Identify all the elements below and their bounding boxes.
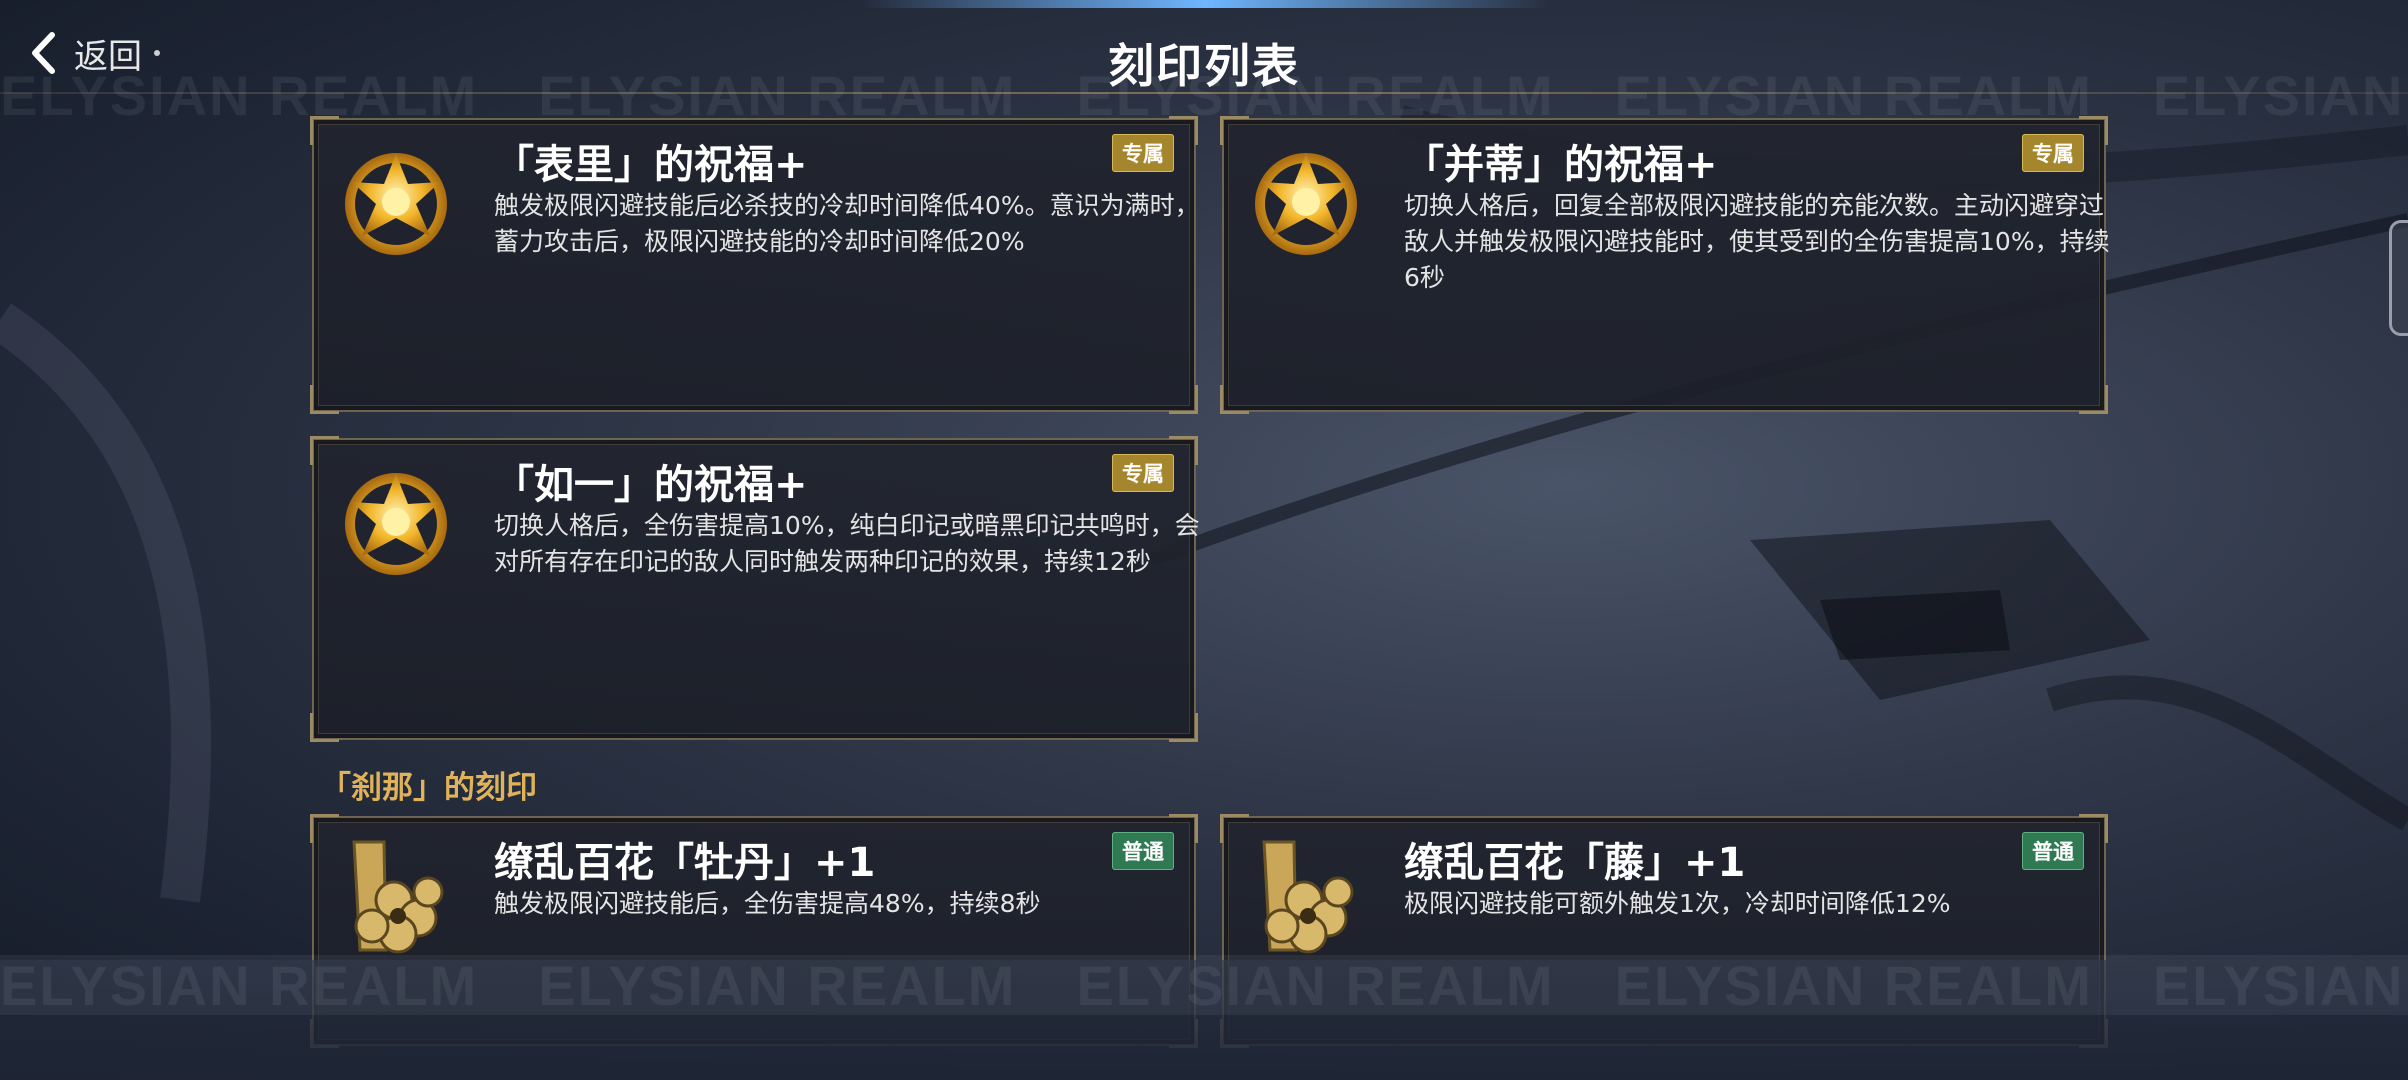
exclusive-tag: 专属 xyxy=(2022,134,2084,172)
watermark-text: ELYSIAN REALM xyxy=(2152,63,2408,127)
card-description: 触发极限闪避技能后，全伤害提高48%，持续8秒 xyxy=(494,889,1041,918)
lotus-emblem-icon xyxy=(345,153,447,255)
blade-blossom-icon xyxy=(352,840,444,954)
blade-blossom-icon xyxy=(1262,840,1354,954)
card-description: 触发极限闪避技能后必杀技的冷却时间降低40%。意识为满时，蓄力攻击后，极限闪避技… xyxy=(494,191,1200,256)
header-glow xyxy=(860,0,1550,8)
blessing-card[interactable]: 「表里」的祝福+ 专属 触发极限闪避技能后必杀技的冷却时间降低40%。意识为满时… xyxy=(310,116,1200,414)
card-description: 切换人格后，全伤害提高10%，纯白印记或暗黑印记共鸣时，会对所有存在印记的敌人同… xyxy=(494,511,1200,576)
card-description: 极限闪避技能可额外触发1次，冷却时间降低12% xyxy=(1404,889,1951,918)
watermark-text: ELYSIAN REALM xyxy=(1614,955,2093,1015)
exclusive-tag: 专属 xyxy=(1112,134,1174,172)
card-title: 「并蒂」的祝福+ xyxy=(1404,142,1718,188)
card-description: 切换人格后，回复全部极限闪避技能的充能次数。主动闪避穿过敌人并触发极限闪避技能时… xyxy=(1404,191,2110,292)
watermark-text: ELYSIAN REALM xyxy=(0,955,479,1015)
card-title: 缭乱百花「藤」+1 xyxy=(1404,840,1746,886)
watermark-bottom: ELYSIAN REALM ELYSIAN REALM ELYSIAN REAL… xyxy=(0,955,2408,1015)
section-label: 「刹那」的刻印 xyxy=(320,770,537,806)
lotus-emblem-icon xyxy=(1255,153,1357,255)
watermark-text: ELYSIAN REALM xyxy=(1076,955,1555,1015)
watermark-text: ELYSIAN REALM xyxy=(538,955,1017,1015)
exclusive-tag: 专属 xyxy=(1112,454,1174,492)
card-title: 「表里」的祝福+ xyxy=(494,142,808,188)
watermark-text: ELYSIAN REALM xyxy=(2152,955,2408,1015)
normal-tag: 普通 xyxy=(1112,832,1174,870)
card-title: 缭乱百花「牡丹」+1 xyxy=(494,840,876,886)
lotus-emblem-icon xyxy=(345,473,447,575)
side-panel-handle[interactable] xyxy=(2389,220,2408,336)
card-title: 「如一」的祝福+ xyxy=(494,462,808,508)
blessing-card[interactable]: 「并蒂」的祝福+ 专属 切换人格后，回复全部极限闪避技能的充能次数。主动闪避穿过… xyxy=(1220,116,2110,414)
normal-tag: 普通 xyxy=(2022,832,2084,870)
blessing-card[interactable]: 「如一」的祝福+ 专属 切换人格后，全伤害提高10%，纯白印记或暗黑印记共鸣时，… xyxy=(310,436,1200,742)
